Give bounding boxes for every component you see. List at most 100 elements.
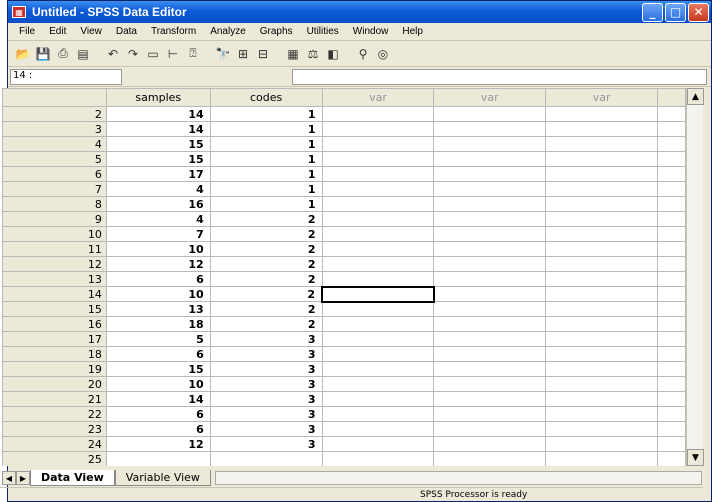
cell-var[interactable] (321, 331, 435, 347)
cell-codes[interactable]: 1 (209, 106, 323, 122)
cell-var[interactable] (545, 316, 658, 332)
cell-filler[interactable] (657, 316, 686, 332)
menu-file[interactable]: File (12, 26, 42, 37)
cell-codes[interactable] (209, 451, 323, 466)
row-number[interactable]: 7 (2, 181, 107, 197)
cell-samples[interactable]: 17 (105, 166, 211, 182)
cell-samples[interactable]: 16 (105, 196, 211, 212)
cell-var[interactable] (433, 271, 547, 287)
cell-filler[interactable] (657, 106, 686, 122)
tab-data-view[interactable]: Data View (30, 470, 115, 486)
scroll-up-icon[interactable]: ▲ (687, 88, 704, 105)
cell-var[interactable] (545, 331, 658, 347)
cell-samples[interactable]: 12 (105, 256, 211, 272)
use-sets-icon[interactable]: ◎ (374, 45, 392, 63)
cell-var[interactable] (321, 211, 435, 227)
cell-var[interactable] (545, 421, 658, 437)
cell-var[interactable] (545, 346, 658, 362)
cell-samples[interactable]: 6 (105, 406, 211, 422)
cell-var[interactable] (433, 166, 547, 182)
vertical-scrollbar[interactable]: ▲ ▼ (686, 88, 704, 466)
cell-var[interactable] (545, 136, 658, 152)
cell-var[interactable] (433, 121, 547, 137)
cell-var[interactable] (545, 376, 658, 392)
cell-var[interactable] (433, 136, 547, 152)
scroll-down-icon[interactable]: ▼ (687, 449, 704, 466)
cell-filler[interactable] (657, 241, 686, 257)
cell-samples[interactable]: 4 (105, 211, 211, 227)
cell-var[interactable] (433, 391, 547, 407)
cell-var[interactable] (433, 331, 547, 347)
cell-var[interactable] (433, 286, 547, 302)
cell-var[interactable] (321, 226, 435, 242)
row-number[interactable]: 10 (2, 226, 107, 242)
cell-var[interactable] (321, 361, 435, 377)
cell-var[interactable] (321, 391, 435, 407)
cell-samples[interactable]: 13 (105, 301, 211, 317)
cell-filler[interactable] (657, 226, 686, 242)
cell-samples[interactable]: 6 (105, 346, 211, 362)
cell-codes[interactable]: 3 (209, 331, 323, 347)
cell-var[interactable] (545, 301, 658, 317)
cell-var[interactable] (433, 211, 547, 227)
find-icon[interactable]: 🔭 (214, 45, 232, 63)
cell-filler[interactable] (657, 136, 686, 152)
row-number[interactable]: 19 (2, 361, 107, 377)
cell-samples[interactable]: 14 (105, 391, 211, 407)
cell-var[interactable] (545, 226, 658, 242)
cell-var[interactable] (433, 196, 547, 212)
cell-var[interactable] (545, 151, 658, 167)
cell-var[interactable] (321, 166, 435, 182)
menu-view[interactable]: View (73, 26, 109, 37)
cell-codes[interactable]: 2 (209, 271, 323, 287)
cell-codes[interactable]: 2 (209, 241, 323, 257)
cell-var[interactable] (321, 241, 435, 257)
cell-samples[interactable]: 15 (105, 361, 211, 377)
row-number[interactable]: 2 (2, 106, 107, 122)
cell-codes[interactable]: 1 (209, 151, 323, 167)
cell-samples[interactable]: 10 (105, 286, 211, 302)
column-header[interactable]: codes (209, 88, 323, 107)
row-number[interactable]: 13 (2, 271, 107, 287)
row-number[interactable]: 24 (2, 436, 107, 452)
cell-filler[interactable] (657, 421, 686, 437)
cell-filler[interactable] (657, 181, 686, 197)
cell-var[interactable] (321, 136, 435, 152)
row-number[interactable]: 21 (2, 391, 107, 407)
cell-var[interactable] (321, 285, 435, 303)
cell-filler[interactable] (657, 406, 686, 422)
cell-samples[interactable]: 14 (105, 106, 211, 122)
corner-cell[interactable] (2, 88, 107, 107)
cell-var[interactable] (433, 301, 547, 317)
cell-filler[interactable] (657, 151, 686, 167)
cell-codes[interactable]: 2 (209, 211, 323, 227)
cell-var[interactable] (545, 451, 658, 466)
cell-filler[interactable] (657, 166, 686, 182)
goto-chart-icon[interactable]: ▭ (144, 45, 162, 63)
cell-samples[interactable]: 10 (105, 376, 211, 392)
row-number[interactable]: 11 (2, 241, 107, 257)
cell-samples[interactable]: 5 (105, 331, 211, 347)
insert-cases-icon[interactable]: ⊞ (234, 45, 252, 63)
variables-icon[interactable]: ⍰ (184, 45, 202, 63)
cell-var[interactable] (545, 256, 658, 272)
cell-samples[interactable]: 7 (105, 226, 211, 242)
cell-var[interactable] (433, 256, 547, 272)
weight-cases-icon[interactable]: ⚖ (304, 45, 322, 63)
cell-filler[interactable] (657, 256, 686, 272)
redo-icon[interactable]: ↷ (124, 45, 142, 63)
cell-var[interactable] (433, 226, 547, 242)
cell-filler[interactable] (657, 451, 686, 466)
cell-var[interactable] (321, 346, 435, 362)
cell-codes[interactable]: 2 (209, 316, 323, 332)
select-cases-icon[interactable]: ◧ (324, 45, 342, 63)
print-icon[interactable]: ⎙ (54, 45, 72, 63)
tab-scroll-left-icon[interactable]: ◀ (2, 471, 16, 485)
cell-var[interactable] (545, 271, 658, 287)
column-header[interactable]: var (321, 88, 435, 107)
tab-variable-view[interactable]: Variable View (114, 470, 211, 486)
cell-filler[interactable] (657, 211, 686, 227)
cell-samples[interactable]: 6 (105, 421, 211, 437)
cell-samples[interactable]: 18 (105, 316, 211, 332)
cell-var[interactable] (545, 391, 658, 407)
